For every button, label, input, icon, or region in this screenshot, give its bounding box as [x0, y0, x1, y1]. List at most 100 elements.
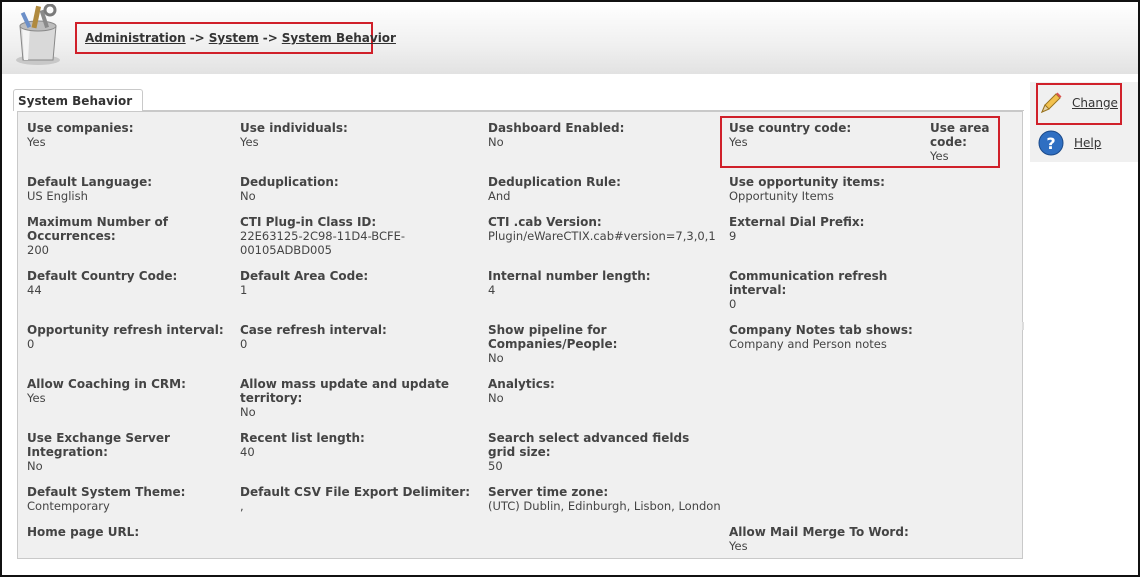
- field-communication-refresh-interval: Communication refresh interval: 0: [729, 269, 889, 311]
- field-label: CTI Plug-in Class ID:: [240, 215, 377, 229]
- help-button[interactable]: ? Help: [1038, 130, 1101, 156]
- field-label: Show pipeline for Companies/People:: [488, 323, 618, 351]
- field-value: 0: [729, 297, 737, 311]
- field-label: External Dial Prefix:: [729, 215, 865, 229]
- field-value: Yes: [240, 135, 259, 149]
- field-deduplication: Deduplication: No: [240, 175, 460, 203]
- field-internal-number-length: Internal number length: 4: [488, 269, 708, 297]
- field-allow-coaching: Allow Coaching in CRM: Yes: [27, 377, 217, 405]
- field-external-dial-prefix: External Dial Prefix: 9: [729, 215, 929, 243]
- field-label: Recent list length:: [240, 431, 365, 445]
- field-label: Analytics:: [488, 377, 555, 391]
- field-value: Contemporary: [27, 499, 110, 513]
- field-label: Maximum Number of Occurrences:: [27, 215, 168, 243]
- field-value: (UTC) Dublin, Edinburgh, Lisbon, London: [488, 499, 721, 513]
- field-label: Company Notes tab shows:: [729, 323, 913, 337]
- field-opportunity-refresh-interval: Opportunity refresh interval: 0: [27, 323, 227, 351]
- field-value: No: [240, 405, 256, 419]
- field-value: 1: [240, 283, 248, 297]
- field-label: Deduplication Rule:: [488, 175, 621, 189]
- field-server-time-zone: Server time zone: (UTC) Dublin, Edinburg…: [488, 485, 724, 513]
- highlight-change-button: [1036, 83, 1122, 125]
- field-label: Allow mass update and update territory:: [240, 377, 450, 405]
- panel-edge-marker: [1022, 322, 1024, 330]
- field-label: Case refresh interval:: [240, 323, 387, 337]
- field-label: Default Language:: [27, 175, 153, 189]
- field-company-notes-tab: Company Notes tab shows: Company and Per…: [729, 323, 989, 351]
- field-label: Default CSV File Export Delimiter:: [240, 485, 471, 499]
- field-value: No: [488, 351, 504, 365]
- field-value: 4: [488, 283, 496, 297]
- breadcrumb-link-system[interactable]: System: [209, 31, 259, 45]
- field-value: 44: [27, 283, 42, 297]
- field-show-pipeline: Show pipeline for Companies/People: No: [488, 323, 638, 365]
- field-cti-plugin-class-id: CTI Plug-in Class ID: 22E63125-2C98-11D4…: [240, 215, 412, 257]
- field-case-refresh-interval: Case refresh interval: 0: [240, 323, 460, 351]
- field-value: 22E63125-2C98-11D4-BCFE-00105ADBD005: [240, 229, 406, 257]
- field-default-country-code: Default Country Code: 44: [27, 269, 217, 297]
- field-home-page-url: Home page URL:: [27, 525, 217, 539]
- field-value: No: [240, 189, 256, 203]
- field-label: Server time zone:: [488, 485, 609, 499]
- field-allow-mail-merge: Allow Mail Merge To Word: Yes: [729, 525, 989, 553]
- field-label: Default Country Code:: [27, 269, 178, 283]
- field-label: Deduplication:: [240, 175, 339, 189]
- field-label: Internal number length:: [488, 269, 651, 283]
- field-value: 50: [488, 459, 503, 473]
- field-value: No: [488, 391, 504, 405]
- field-dashboard-enabled: Dashboard Enabled: No: [488, 121, 708, 149]
- field-default-language: Default Language: US English: [27, 175, 217, 203]
- field-value: 40: [240, 445, 255, 459]
- field-label: Home page URL:: [27, 525, 140, 539]
- field-default-system-theme: Default System Theme: Contemporary: [27, 485, 217, 513]
- field-label: Default System Theme:: [27, 485, 186, 499]
- breadcrumb-separator: ->: [262, 31, 278, 45]
- field-value: 0: [240, 337, 248, 351]
- field-value: US English: [27, 189, 88, 203]
- tab-system-behavior[interactable]: System Behavior: [13, 89, 143, 111]
- field-use-exchange-server: Use Exchange Server Integration: No: [27, 431, 187, 473]
- field-label: Opportunity refresh interval:: [27, 323, 224, 337]
- field-analytics: Analytics: No: [488, 377, 708, 405]
- field-value: Plugin/eWareCTIX.cab#version=7,3,0,1: [488, 229, 716, 243]
- field-deduplication-rule: Deduplication Rule: And: [488, 175, 708, 203]
- field-value: 0: [27, 337, 35, 351]
- field-search-select-grid-size: Search select advanced fields grid size:…: [488, 431, 713, 473]
- breadcrumb-link-system-behavior[interactable]: System Behavior: [282, 31, 396, 45]
- field-value: No: [27, 459, 43, 473]
- field-label: Default Area Code:: [240, 269, 369, 283]
- field-label: Communication refresh interval:: [729, 269, 888, 297]
- field-value: 200: [27, 243, 49, 257]
- field-value: No: [488, 135, 504, 149]
- field-value: 9: [729, 229, 737, 243]
- field-value: Yes: [729, 539, 748, 553]
- breadcrumb-separator: ->: [189, 31, 205, 45]
- field-label: Search select advanced fields grid size:: [488, 431, 690, 459]
- highlight-country-area-code: [720, 116, 1000, 168]
- field-label: Use individuals:: [240, 121, 348, 135]
- field-csv-export-delimiter: Default CSV File Export Delimiter: ,: [240, 485, 480, 513]
- svg-text:?: ?: [1046, 134, 1055, 153]
- help-label: Help: [1074, 136, 1102, 150]
- field-cti-cab-version: CTI .cab Version: Plugin/eWareCTIX.cab#v…: [488, 215, 724, 243]
- field-default-area-code: Default Area Code: 1: [240, 269, 460, 297]
- field-recent-list-length: Recent list length: 40: [240, 431, 460, 459]
- help-icon: ?: [1038, 130, 1064, 156]
- field-label: Allow Coaching in CRM:: [27, 377, 186, 391]
- field-label: Use opportunity items:: [729, 175, 885, 189]
- field-value: Yes: [27, 135, 46, 149]
- field-label: CTI .cab Version:: [488, 215, 602, 229]
- field-value: Company and Person notes: [729, 337, 887, 351]
- field-use-opportunity-items: Use opportunity items: Opportunity Items: [729, 175, 989, 203]
- field-value: ,: [240, 499, 244, 513]
- breadcrumb: Administration -> System -> System Behav…: [75, 22, 396, 54]
- page-header: Administration -> System -> System Behav…: [2, 2, 1138, 74]
- field-value: Yes: [27, 391, 46, 405]
- field-max-occurrences: Maximum Number of Occurrences: 200: [27, 215, 177, 257]
- field-use-individuals: Use individuals: Yes: [240, 121, 460, 149]
- field-label: Use Exchange Server Integration:: [27, 431, 170, 459]
- field-value: And: [488, 189, 511, 203]
- field-label: Dashboard Enabled:: [488, 121, 625, 135]
- breadcrumb-link-administration[interactable]: Administration: [85, 31, 186, 45]
- field-label: Allow Mail Merge To Word:: [729, 525, 909, 539]
